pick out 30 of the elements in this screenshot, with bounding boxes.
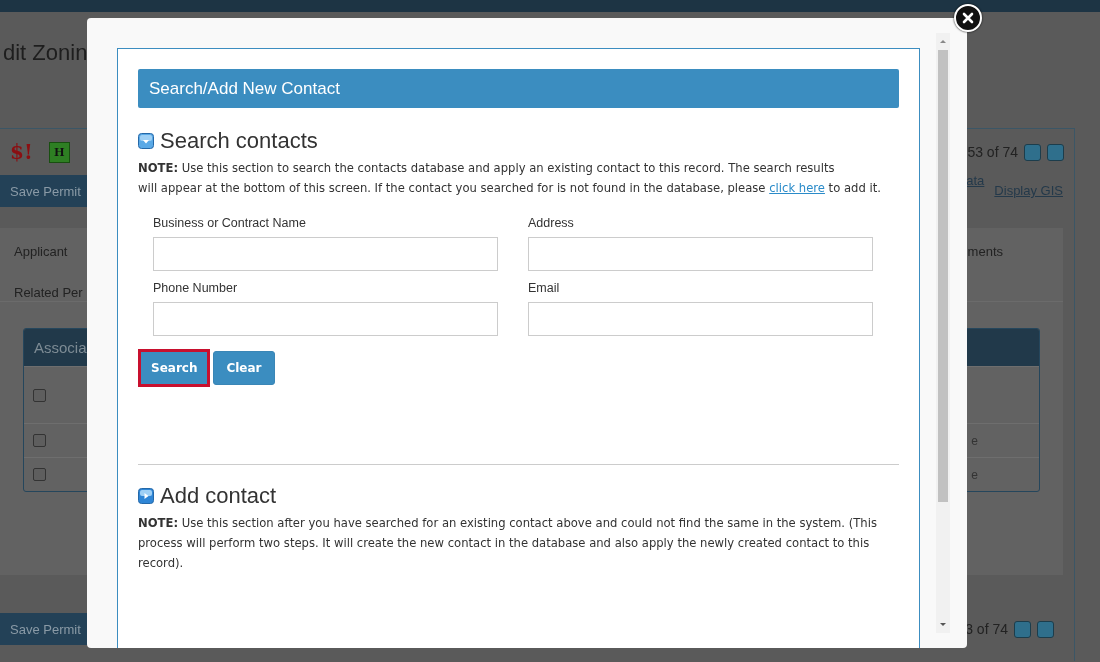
field-label: Address xyxy=(528,216,575,230)
click-here-link[interactable]: click here xyxy=(769,181,825,195)
field-label: Email xyxy=(528,281,561,295)
input-field[interactable] xyxy=(528,302,873,336)
input-field[interactable] xyxy=(528,237,873,271)
field-label: Business or Contract Name xyxy=(153,216,307,230)
page-title: dit Zonin xyxy=(3,40,88,65)
search-button[interactable]: Search xyxy=(138,349,211,387)
tab[interactable]: Related Per xyxy=(14,285,83,300)
close-icon xyxy=(962,12,974,24)
checkbox[interactable] xyxy=(33,468,46,481)
note-text: NOTE: Use this section to search the contacts database and apply an existing contact to this record. The search results will appear at the bottom of this screen. If the contact you searched for is not found in the database, please click here to add it. xyxy=(138,160,882,197)
section-title: Add contact xyxy=(160,483,277,509)
modal-header: Search/Add New Contact xyxy=(138,69,899,108)
checkbox[interactable] xyxy=(33,434,46,447)
tab[interactable]: ments xyxy=(967,244,1003,259)
section-title: Search contacts xyxy=(160,128,318,154)
h-icon[interactable]: H xyxy=(48,141,70,163)
note-text: NOTE: Use this section after you have searched for an existing contact above and could not find the same in the system. (This process will perform two steps. It will create the new contact in the database and also apply the newly created contact to this record). xyxy=(138,515,878,572)
clear-button[interactable]: Clear xyxy=(213,351,275,385)
checkbox[interactable] xyxy=(33,388,46,402)
expand-icon[interactable] xyxy=(138,488,154,504)
collapse-icon[interactable] xyxy=(138,133,154,149)
input-field[interactable] xyxy=(153,237,498,271)
close-button[interactable] xyxy=(954,4,982,32)
input-field[interactable] xyxy=(153,302,498,336)
tab[interactable]: Applicant xyxy=(14,244,83,259)
scrollbar[interactable] xyxy=(936,33,950,633)
field-label: Phone Number xyxy=(153,281,239,295)
pager-text: 53 of 74 xyxy=(967,144,1018,160)
